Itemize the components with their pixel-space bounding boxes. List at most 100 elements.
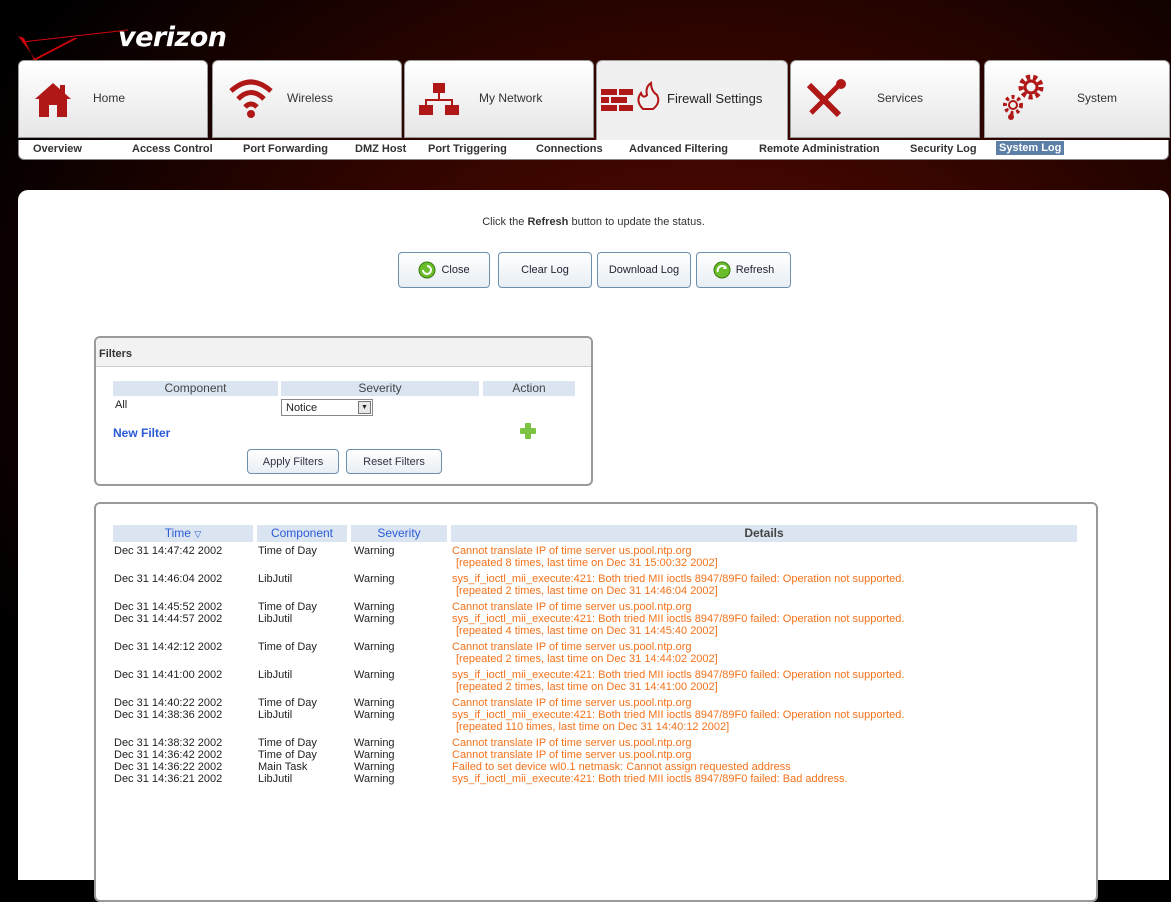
log-severity: Warning xyxy=(354,641,395,653)
download-log-button[interactable]: Download Log xyxy=(597,252,691,288)
tab-firewall-settings[interactable]: Firewall Settings xyxy=(596,60,788,140)
log-component: LibJutil xyxy=(258,773,293,785)
apply-filters-button[interactable]: Apply Filters xyxy=(247,449,339,474)
tab-services[interactable]: Services xyxy=(790,60,980,138)
log-severity: Warning xyxy=(354,773,395,785)
log-detail-line: Cannot translate IP of time server us.po… xyxy=(452,641,692,653)
home-icon xyxy=(35,83,71,117)
content-panel: Click the Refresh button to update the s… xyxy=(18,190,1169,902)
subnav-port-forwarding[interactable]: Port Forwarding xyxy=(243,143,328,155)
log-time: Dec 31 14:36:22 2002 xyxy=(114,761,223,773)
log-severity: Warning xyxy=(354,737,395,749)
log-time: Dec 31 14:38:32 2002 xyxy=(114,737,223,749)
system-log-panel: Time ▽ Component Severity Details Dec 31… xyxy=(94,502,1098,902)
close-icon xyxy=(418,261,436,279)
subnav-security-log[interactable]: Security Log xyxy=(910,143,977,155)
log-header-details: Details xyxy=(451,525,1077,542)
refresh-icon xyxy=(713,261,731,279)
filters-title-bar: Filters xyxy=(96,338,591,367)
refresh-notice: Click the Refresh button to update the s… xyxy=(18,216,1169,228)
sub-nav: Overview Access Control Port Forwarding … xyxy=(18,140,1169,160)
log-time: Dec 31 14:36:21 2002 xyxy=(114,773,223,785)
log-component: Time of Day xyxy=(258,749,317,761)
log-time: Dec 31 14:41:00 2002 xyxy=(114,669,223,681)
log-header-time[interactable]: Time ▽ xyxy=(113,525,253,542)
clear-log-button[interactable]: Clear Log xyxy=(498,252,592,288)
subnav-overview[interactable]: Overview xyxy=(33,143,82,155)
subnav-advanced-filtering[interactable]: Advanced Filtering xyxy=(629,143,728,155)
new-filter-link[interactable]: New Filter xyxy=(113,426,170,440)
verizon-logo-text: verizon xyxy=(118,22,227,53)
gears-icon xyxy=(1003,74,1044,120)
clear-log-button-label: Clear Log xyxy=(521,264,569,276)
subnav-port-triggering[interactable]: Port Triggering xyxy=(428,143,507,155)
tab-home-label: Home xyxy=(93,91,126,105)
log-time: Dec 31 14:46:04 2002 xyxy=(114,573,223,585)
log-detail-line: Failed to set device wl0.1 netmask: Cann… xyxy=(452,761,791,773)
log-detail-line: [repeated 2 times, last time on Dec 31 1… xyxy=(456,585,718,597)
subnav-dmz-host[interactable]: DMZ Host xyxy=(355,143,406,155)
log-component: Time of Day xyxy=(258,545,317,557)
log-time: Dec 31 14:38:36 2002 xyxy=(114,709,223,721)
notice-text-strong: Refresh xyxy=(527,216,569,228)
subnav-system-log[interactable]: System Log xyxy=(996,141,1065,155)
log-component: Main Task xyxy=(258,761,308,773)
subnav-remote-administration[interactable]: Remote Administration xyxy=(759,143,880,155)
firewall-icon xyxy=(601,81,660,111)
log-detail-line: sys_if_ioctl_mii_execute:421: Both tried… xyxy=(452,669,905,681)
tab-system[interactable]: System xyxy=(984,60,1170,138)
tab-wireless[interactable]: Wireless xyxy=(212,60,402,138)
log-component: Time of Day xyxy=(258,737,317,749)
filters-header-severity: Severity xyxy=(281,381,479,396)
log-component: LibJutil xyxy=(258,573,293,585)
log-header-time-label: Time xyxy=(164,526,191,540)
log-time: Dec 31 14:47:42 2002 xyxy=(114,545,223,557)
severity-select-value: Notice xyxy=(286,402,318,414)
tab-my-network-label: My Network xyxy=(479,91,543,105)
tools-icon xyxy=(806,79,846,118)
subnav-access-control[interactable]: Access Control xyxy=(132,143,213,155)
tab-home[interactable]: Home xyxy=(18,60,208,138)
log-detail-line: Cannot translate IP of time server us.po… xyxy=(452,749,692,761)
log-detail-line: [repeated 8 times, last time on Dec 31 1… xyxy=(456,557,718,569)
log-severity: Warning xyxy=(354,669,395,681)
log-header-component[interactable]: Component xyxy=(257,525,347,542)
refresh-button-label: Refresh xyxy=(735,264,775,276)
close-button[interactable]: Close xyxy=(398,252,490,288)
log-component: LibJutil xyxy=(258,669,293,681)
tab-firewall-settings-label: Firewall Settings xyxy=(667,91,763,106)
reset-filters-button[interactable]: Reset Filters xyxy=(346,449,442,474)
sort-desc-icon: ▽ xyxy=(194,529,202,539)
log-detail-line: [repeated 4 times, last time on Dec 31 1… xyxy=(456,625,718,637)
log-time: Dec 31 14:45:52 2002 xyxy=(114,601,223,613)
log-severity: Warning xyxy=(354,749,395,761)
log-detail-line: sys_if_ioctl_mii_execute:421: Both tried… xyxy=(452,613,905,625)
filters-title: Filters xyxy=(99,348,133,360)
log-component: LibJutil xyxy=(258,613,293,625)
tab-my-network[interactable]: My Network xyxy=(404,60,594,138)
subnav-connections[interactable]: Connections xyxy=(536,143,603,155)
close-button-label: Close xyxy=(441,264,470,276)
log-detail-line: [repeated 110 times, last time on Dec 31… xyxy=(456,721,730,733)
log-time: Dec 31 14:44:57 2002 xyxy=(114,613,223,625)
wifi-icon xyxy=(229,79,273,118)
log-component: Time of Day xyxy=(258,697,317,709)
log-severity: Warning xyxy=(354,601,395,613)
log-header-severity[interactable]: Severity xyxy=(351,525,447,542)
log-severity: Warning xyxy=(354,613,395,625)
severity-select[interactable]: Notice ▼ xyxy=(281,399,373,416)
log-detail-line: sys_if_ioctl_mii_execute:421: Both tried… xyxy=(452,709,905,721)
refresh-button[interactable]: Refresh xyxy=(696,252,791,288)
log-time: Dec 31 14:42:12 2002 xyxy=(114,641,223,653)
log-severity: Warning xyxy=(354,697,395,709)
add-filter-icon[interactable] xyxy=(519,422,537,443)
log-severity: Warning xyxy=(354,709,395,721)
filters-panel: Filters Component Severity Action All No… xyxy=(94,336,593,486)
tab-services-label: Services xyxy=(877,91,924,105)
filters-header-component: Component xyxy=(113,381,278,396)
log-component: LibJutil xyxy=(258,709,293,721)
log-detail-line: sys_if_ioctl_mii_execute:421: Both tried… xyxy=(452,773,848,785)
log-detail-line: [repeated 2 times, last time on Dec 31 1… xyxy=(456,681,718,693)
network-icon xyxy=(419,83,459,115)
filter-component-value: All xyxy=(115,399,128,411)
